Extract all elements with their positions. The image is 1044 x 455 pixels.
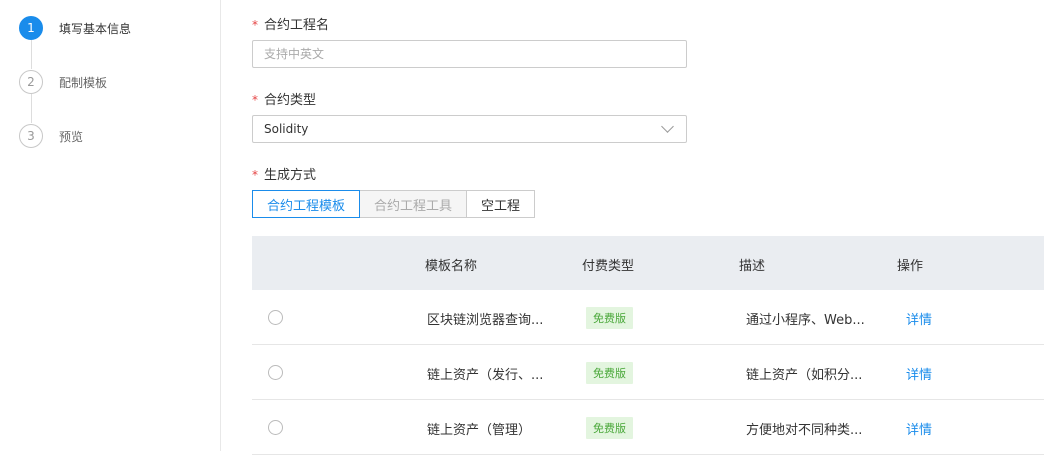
step-3[interactable]: 3 预览	[19, 124, 83, 148]
table-row[interactable]: 区块链浏览器查询... 免费版 通过小程序、Web... 详情	[252, 290, 1044, 345]
contract-type-label-text: 合约类型	[264, 93, 317, 108]
option-contract-tool[interactable]: 合约工程工具	[359, 190, 468, 218]
contract-type-select[interactable]: Solidity	[252, 115, 687, 143]
step-connector	[31, 94, 32, 123]
fee-badge: 免费版	[586, 307, 633, 329]
generation-method-label-text: 生成方式	[264, 168, 317, 183]
required-mark: *	[252, 93, 258, 107]
required-mark: *	[252, 168, 258, 182]
template-description: 通过小程序、Web...	[746, 313, 865, 328]
option-empty-project[interactable]: 空工程	[466, 190, 536, 218]
table-row[interactable]: 链上资产（管理） 免费版 方便地对不同种类... 详情	[252, 400, 1044, 455]
page: 1 填写基本信息 2 配制模板 3 预览 * 合约工程名 * 合约类型 Solidi…	[0, 0, 1044, 455]
fee-badge: 免费版	[586, 362, 633, 384]
step-1[interactable]: 1 填写基本信息	[19, 16, 131, 40]
step-label: 配制模板	[59, 75, 108, 90]
contract-type-value: Solidity	[264, 122, 309, 136]
step-number: 2	[19, 70, 43, 94]
template-table: 模板名称 付费类型 描述 操作 区块链浏览器查询... 免费版 通过小程序、We…	[252, 236, 1044, 455]
contract-name-label-text: 合约工程名	[264, 18, 330, 33]
generation-method-label: * 生成方式	[252, 164, 316, 183]
step-label: 预览	[59, 129, 84, 144]
step-connector	[31, 40, 32, 69]
details-link[interactable]: 详情	[906, 364, 932, 383]
option-contract-template[interactable]: 合约工程模板	[252, 190, 361, 218]
details-link[interactable]: 详情	[906, 309, 932, 328]
fee-badge: 免费版	[586, 417, 633, 439]
table-row[interactable]: 链上资产（发行、... 免费版 链上资产（如积分... 详情	[252, 345, 1044, 400]
row-radio[interactable]	[268, 310, 283, 325]
step-number: 3	[19, 124, 43, 148]
table-header: 模板名称 付费类型 描述 操作	[252, 236, 1044, 290]
row-radio[interactable]	[268, 420, 283, 435]
column-header-name: 模板名称	[425, 259, 478, 274]
column-header-description: 描述	[739, 259, 766, 274]
step-2[interactable]: 2 配制模板	[19, 70, 107, 94]
chevron-down-icon	[661, 120, 674, 133]
steps-sidebar: 1 填写基本信息 2 配制模板 3 预览	[0, 0, 221, 451]
template-name: 区块链浏览器查询...	[427, 313, 544, 328]
template-description: 链上资产（如积分...	[746, 368, 863, 383]
contract-name-input[interactable]	[252, 40, 687, 68]
step-label: 填写基本信息	[59, 21, 132, 36]
contract-name-label: * 合约工程名	[252, 14, 329, 33]
column-header-fee: 付费类型	[582, 259, 635, 274]
details-link[interactable]: 详情	[906, 419, 932, 438]
generation-method-selector: 合约工程模板 合约工程工具 空工程	[252, 190, 536, 218]
column-header-action: 操作	[897, 259, 924, 274]
row-radio[interactable]	[268, 365, 283, 380]
step-number: 1	[19, 16, 43, 40]
template-description: 方便地对不同种类...	[746, 423, 863, 438]
template-name: 链上资产（管理）	[427, 423, 532, 438]
template-name: 链上资产（发行、...	[427, 368, 544, 383]
contract-type-label: * 合约类型	[252, 89, 316, 108]
required-mark: *	[252, 18, 258, 32]
